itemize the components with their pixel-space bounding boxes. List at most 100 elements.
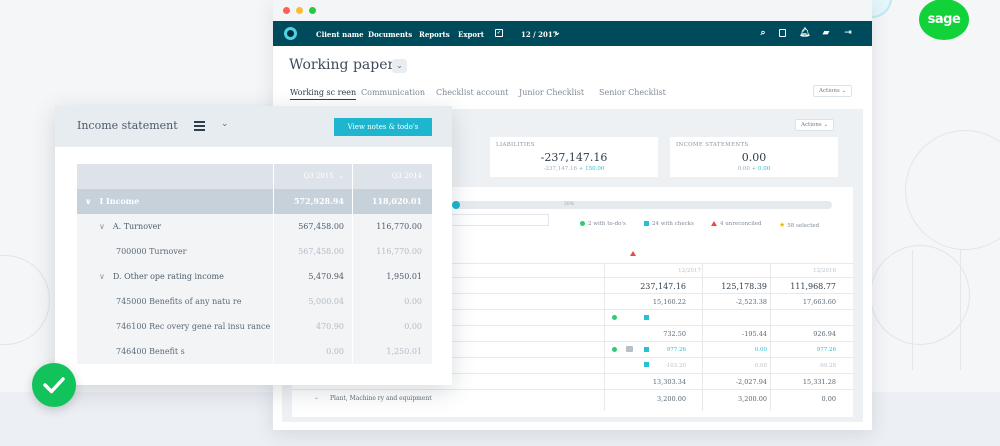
cell-value: 13,303.34: [652, 378, 686, 386]
search-icon[interactable]: ⌕: [758, 28, 768, 38]
row-label-text: A. Turnover: [112, 222, 162, 231]
maximize-window-button[interactable]: [309, 7, 316, 14]
column-header-q3-2014[interactable]: Q3 2014: [353, 164, 432, 189]
table-row[interactable]: 746400 Benefit s 0.00 1,250.01: [77, 339, 432, 364]
tab-junior-checklist[interactable]: Junior Checklist: [519, 88, 584, 97]
legend-selected[interactable]: ★ 58 selected: [779, 221, 819, 229]
chat-icon[interactable]: ▰: [821, 28, 831, 38]
cell-value: 0.00: [754, 363, 767, 369]
window-titlebar: [273, 0, 872, 21]
income-statements-card[interactable]: INCOME STATEMENTS 0.00 0.00 + 0.00: [670, 137, 838, 177]
cell-value: 17,663.60: [802, 298, 836, 306]
column-header-q3-2015[interactable]: Q3 2015 ⌄: [274, 164, 352, 189]
decorative-line: [960, 250, 961, 370]
nav-export[interactable]: Export: [458, 30, 484, 39]
decorative-line: [912, 250, 913, 370]
decorative-circle: [905, 130, 1000, 250]
tablet-icon[interactable]: [779, 29, 786, 37]
row-value-2015: 567,458.00: [274, 214, 352, 239]
check-square-icon[interactable]: [644, 362, 649, 367]
cell-value: -103.20: [664, 363, 686, 369]
legend-unreconciled[interactable]: 4 unreconciled: [711, 221, 762, 227]
cell-value: -2,523.38: [735, 298, 767, 306]
row-value-2014: 118,020.01: [353, 189, 432, 214]
row-value-2015: 470.90: [274, 314, 352, 339]
minimize-window-button[interactable]: [296, 7, 303, 14]
card-title: INCOME STATEMENTS: [676, 142, 749, 148]
unreconciled-marker-icon: [630, 251, 636, 256]
search-field[interactable]: [449, 214, 549, 226]
decorative-circle: [0, 255, 50, 345]
row-label: 746400 Benefit s: [77, 339, 273, 364]
table-row[interactable]: 700000 Turnover 567,458.00 116,770.00: [77, 239, 432, 264]
app-logo-icon[interactable]: [284, 27, 297, 40]
check-square-icon[interactable]: [644, 315, 649, 320]
table-row[interactable]: ∨ I Income 572,928.94 118,020.01: [77, 189, 432, 214]
top-navbar: Client name Documents Reports Export ✓ 1…: [273, 21, 872, 46]
row-value-2014: 116,770.00: [353, 214, 432, 239]
calendar-icon[interactable]: ✓: [495, 29, 503, 37]
chevron-down-icon[interactable]: ⌄: [552, 28, 562, 38]
logout-icon[interactable]: ⇥: [843, 28, 853, 38]
star-icon: ★: [779, 221, 786, 229]
row-label: ∨ I Income: [77, 189, 273, 214]
column-header-2016: 12/2016: [813, 268, 836, 274]
red-triangle-icon: [711, 221, 717, 226]
table-header-row: Q3 2015 ⌄ Q3 2014: [77, 164, 432, 189]
cell-value: -195.44: [742, 330, 767, 338]
table-row[interactable]: 746100 Rec overy gene ral insu rance 470…: [77, 314, 432, 339]
chevron-down-icon[interactable]: ⌄: [221, 119, 229, 129]
comment-icon[interactable]: [626, 346, 633, 352]
tab-checklist-account[interactable]: Checklist account: [436, 88, 508, 97]
table-row[interactable]: 745000 Benefits of any natu re 5,000.04 …: [77, 289, 432, 314]
cell-value: 926.94: [813, 330, 836, 338]
bell-icon[interactable]: 🔔︎: [799, 28, 810, 38]
legend-todos[interactable]: 2 with to-do's: [580, 221, 626, 227]
table-row[interactable]: ∨ D. Other ope rating income 5,470.94 1,9…: [77, 264, 432, 289]
row-value-2015: 5,000.04: [274, 289, 352, 314]
actions-dropdown[interactable]: Actions ⌄: [813, 85, 853, 97]
menu-icon[interactable]: [194, 121, 205, 131]
nav-documents[interactable]: Documents: [368, 30, 412, 39]
card-title: LIABILITIES: [496, 142, 535, 148]
progress-label: 20%: [564, 202, 575, 207]
tab-communication[interactable]: Communication: [361, 88, 425, 97]
total-2016: 111,968.77: [790, 282, 836, 291]
cell-value: 0.00: [821, 395, 836, 403]
close-window-button[interactable]: [283, 7, 290, 14]
legend-checks[interactable]: 24 with checks: [644, 221, 694, 227]
card-sub: 0.00 +: [737, 166, 757, 172]
chevron-down-icon[interactable]: ∨: [99, 272, 105, 281]
row-label: 746100 Rec overy gene ral insu rance: [77, 314, 273, 339]
header-spacer: [77, 164, 273, 189]
legend-label: 58 selected: [787, 223, 820, 229]
income-statement-title: Income statement: [77, 119, 178, 132]
tab-senior-checklist[interactable]: Senior Checklist: [599, 88, 666, 97]
cyan-square-icon: [644, 221, 649, 226]
nav-client-name[interactable]: Client name: [316, 30, 364, 39]
row-label-text: I Income: [99, 196, 140, 206]
todo-dot-icon[interactable]: [612, 347, 617, 352]
cell-value: 15,160.22: [652, 298, 686, 306]
title-dropdown-chevron[interactable]: ⌄: [392, 59, 407, 73]
nav-reports[interactable]: Reports: [419, 30, 450, 39]
chevron-down-icon[interactable]: ∨: [85, 196, 92, 206]
chevron-down-icon[interactable]: ∨: [99, 222, 105, 231]
row-value-2015: 567,458.00: [274, 239, 352, 264]
check-square-icon[interactable]: [644, 347, 649, 352]
cell-value: 977.26: [666, 347, 686, 353]
summary-actions-dropdown[interactable]: Actions ⌄: [795, 119, 835, 131]
row-label: ∨ A. Turnover: [77, 214, 273, 239]
total-difference: 125,178.39: [721, 282, 767, 291]
legend-label: 4 unreconciled: [720, 221, 762, 227]
table-row[interactable]: ∨ A. Turnover 567,458.00 116,770.00: [77, 214, 432, 239]
expand-chevron-icon[interactable]: ⌄: [314, 394, 319, 401]
column-header-label: Q3 2015: [303, 172, 334, 180]
todo-dot-icon[interactable]: [612, 315, 617, 320]
tab-working-screen[interactable]: Working sc reen: [290, 88, 357, 100]
row-value-2015: 0.00: [274, 339, 352, 364]
view-notes-button[interactable]: View notes & todo's: [334, 118, 432, 136]
card-sub: -237,147.16 +: [543, 166, 584, 172]
card-value: -237,147.16: [540, 151, 608, 164]
liabilities-card[interactable]: LIABILITIES -237,147.16 -237,147.16 + 15…: [490, 137, 658, 177]
